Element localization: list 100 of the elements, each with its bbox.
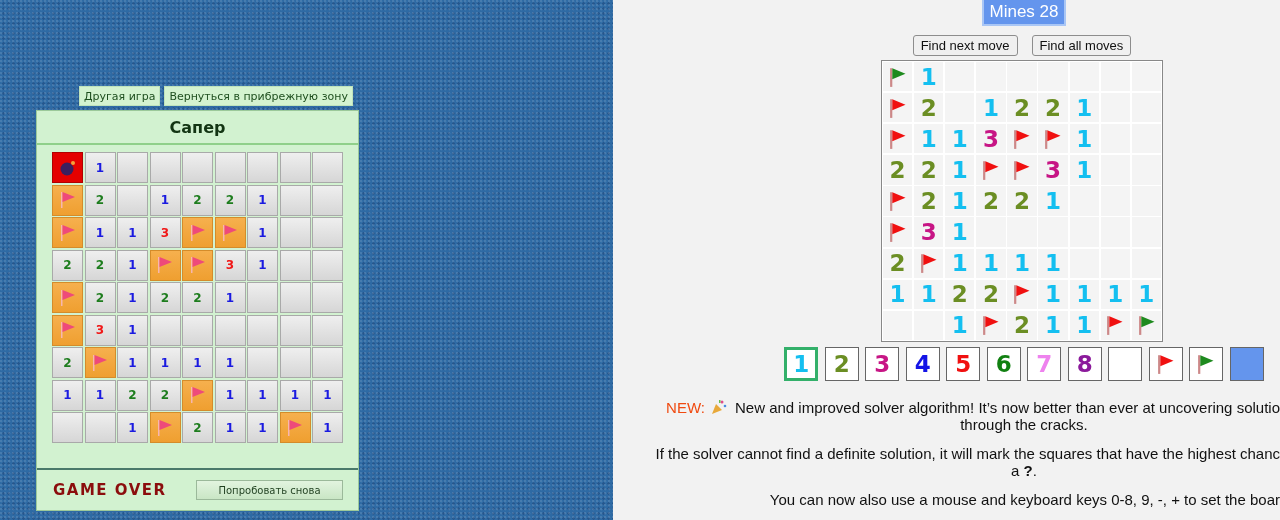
board-cell[interactable] <box>1131 186 1161 216</box>
board-cell[interactable] <box>1007 155 1037 185</box>
board-cell[interactable]: 1 <box>214 282 246 313</box>
board-cell[interactable]: 1 <box>247 217 278 248</box>
palette-button[interactable]: 6 <box>986 347 1021 382</box>
solver-button[interactable]: Find all moves <box>1031 35 1132 56</box>
retry-button[interactable]: Попробовать снова <box>196 480 343 500</box>
board-cell[interactable]: 1 <box>149 184 181 216</box>
board-cell[interactable]: 3 <box>214 249 246 281</box>
board-cell[interactable] <box>247 347 278 378</box>
board-cell[interactable]: 1 <box>182 347 213 378</box>
board-cell[interactable] <box>52 314 83 346</box>
palette-button[interactable]: 7 <box>1027 347 1062 382</box>
board-cell[interactable] <box>914 248 944 278</box>
board-cell[interactable] <box>52 412 83 443</box>
board-cell[interactable]: 2 <box>52 249 83 281</box>
board-cell[interactable]: 2 <box>1007 186 1037 216</box>
board-cell[interactable] <box>312 347 343 378</box>
board-cell[interactable] <box>52 282 83 313</box>
board-cell[interactable]: 2 <box>882 155 913 185</box>
board-cell[interactable]: 3 <box>84 314 116 346</box>
board-cell[interactable]: 1 <box>117 347 148 378</box>
board-cell[interactable]: 1 <box>117 314 148 346</box>
board-cell[interactable]: 3 <box>1038 155 1068 185</box>
board-cell[interactable]: 2 <box>1007 310 1037 341</box>
board-cell[interactable] <box>182 217 213 248</box>
board-cell[interactable] <box>149 249 181 281</box>
board-cell[interactable] <box>312 152 343 183</box>
board-cell[interactable] <box>52 217 83 248</box>
palette-button[interactable] <box>1229 347 1264 382</box>
board-cell[interactable] <box>84 347 116 378</box>
board-cell[interactable] <box>1007 279 1037 309</box>
board-cell[interactable] <box>312 184 343 216</box>
nav-button[interactable]: Другая игра <box>79 86 161 106</box>
board-cell[interactable]: 2 <box>1007 93 1037 123</box>
board-cell[interactable]: 2 <box>182 282 213 313</box>
board-cell[interactable]: 1 <box>247 249 278 281</box>
board-cell[interactable]: 2 <box>976 186 1006 216</box>
board-cell[interactable]: 1 <box>247 379 278 411</box>
board-cell[interactable] <box>312 314 343 346</box>
board-cell[interactable] <box>1131 310 1161 341</box>
board-cell[interactable] <box>882 310 913 341</box>
board-cell[interactable] <box>882 62 913 92</box>
board-cell[interactable] <box>976 62 1006 92</box>
board-cell[interactable] <box>117 152 148 183</box>
palette-button[interactable]: 8 <box>1067 347 1102 382</box>
palette-button[interactable]: 3 <box>865 347 900 382</box>
palette-button[interactable]: 4 <box>905 347 940 382</box>
board-cell[interactable]: 2 <box>84 249 116 281</box>
board-cell[interactable]: 2 <box>149 282 181 313</box>
board-cell[interactable]: 2 <box>117 379 148 411</box>
board-cell[interactable] <box>1100 310 1130 341</box>
board-cell[interactable]: 2 <box>914 155 944 185</box>
board-cell[interactable] <box>279 152 311 183</box>
board-cell[interactable]: 1 <box>117 249 148 281</box>
board-cell[interactable]: 1 <box>312 412 343 443</box>
board-cell[interactable] <box>247 152 278 183</box>
board-cell[interactable]: 2 <box>1038 93 1068 123</box>
board-cell[interactable] <box>882 124 913 154</box>
board-cell[interactable] <box>149 412 181 443</box>
board-cell[interactable] <box>279 347 311 378</box>
board-cell[interactable] <box>882 93 913 123</box>
board-cell[interactable] <box>1131 155 1161 185</box>
board-cell[interactable] <box>1007 62 1037 92</box>
board-cell[interactable]: 2 <box>214 184 246 216</box>
board-cell[interactable] <box>1038 62 1068 92</box>
board-cell[interactable] <box>182 249 213 281</box>
board-cell[interactable]: 2 <box>945 279 975 309</box>
board-cell[interactable]: 1 <box>149 347 181 378</box>
board-cell[interactable] <box>182 379 213 411</box>
board-cell[interactable]: 2 <box>149 379 181 411</box>
board-cell[interactable] <box>214 152 246 183</box>
board-cell[interactable]: 2 <box>976 279 1006 309</box>
board-cell[interactable]: 1 <box>214 412 246 443</box>
palette-button[interactable]: 2 <box>824 347 859 382</box>
board-cell[interactable]: 1 <box>214 347 246 378</box>
board-cell[interactable] <box>247 314 278 346</box>
palette-button[interactable]: 1 <box>784 347 819 382</box>
board-cell[interactable]: 2 <box>182 412 213 443</box>
board-cell[interactable]: 1 <box>84 152 116 183</box>
board-cell[interactable]: 2 <box>84 282 116 313</box>
board-cell[interactable] <box>1131 62 1161 92</box>
palette-button[interactable] <box>1108 347 1143 382</box>
palette-button[interactable] <box>1148 347 1183 382</box>
board-cell[interactable]: 3 <box>149 217 181 248</box>
board-cell[interactable] <box>914 310 944 341</box>
board-cell[interactable] <box>312 249 343 281</box>
board-cell[interactable] <box>84 412 116 443</box>
board-cell[interactable]: 1 <box>84 217 116 248</box>
board-cell[interactable] <box>882 217 913 247</box>
solver-button[interactable]: Find next move <box>912 35 1018 56</box>
board-cell[interactable]: 1 <box>117 282 148 313</box>
palette-button[interactable] <box>1189 347 1224 382</box>
board-cell[interactable]: 1 <box>279 379 311 411</box>
board-cell[interactable] <box>279 282 311 313</box>
board-cell[interactable]: 1 <box>117 412 148 443</box>
board-cell[interactable] <box>279 184 311 216</box>
board-cell[interactable] <box>182 152 213 183</box>
board-cell[interactable] <box>312 282 343 313</box>
board-cell[interactable]: 1 <box>52 379 83 411</box>
